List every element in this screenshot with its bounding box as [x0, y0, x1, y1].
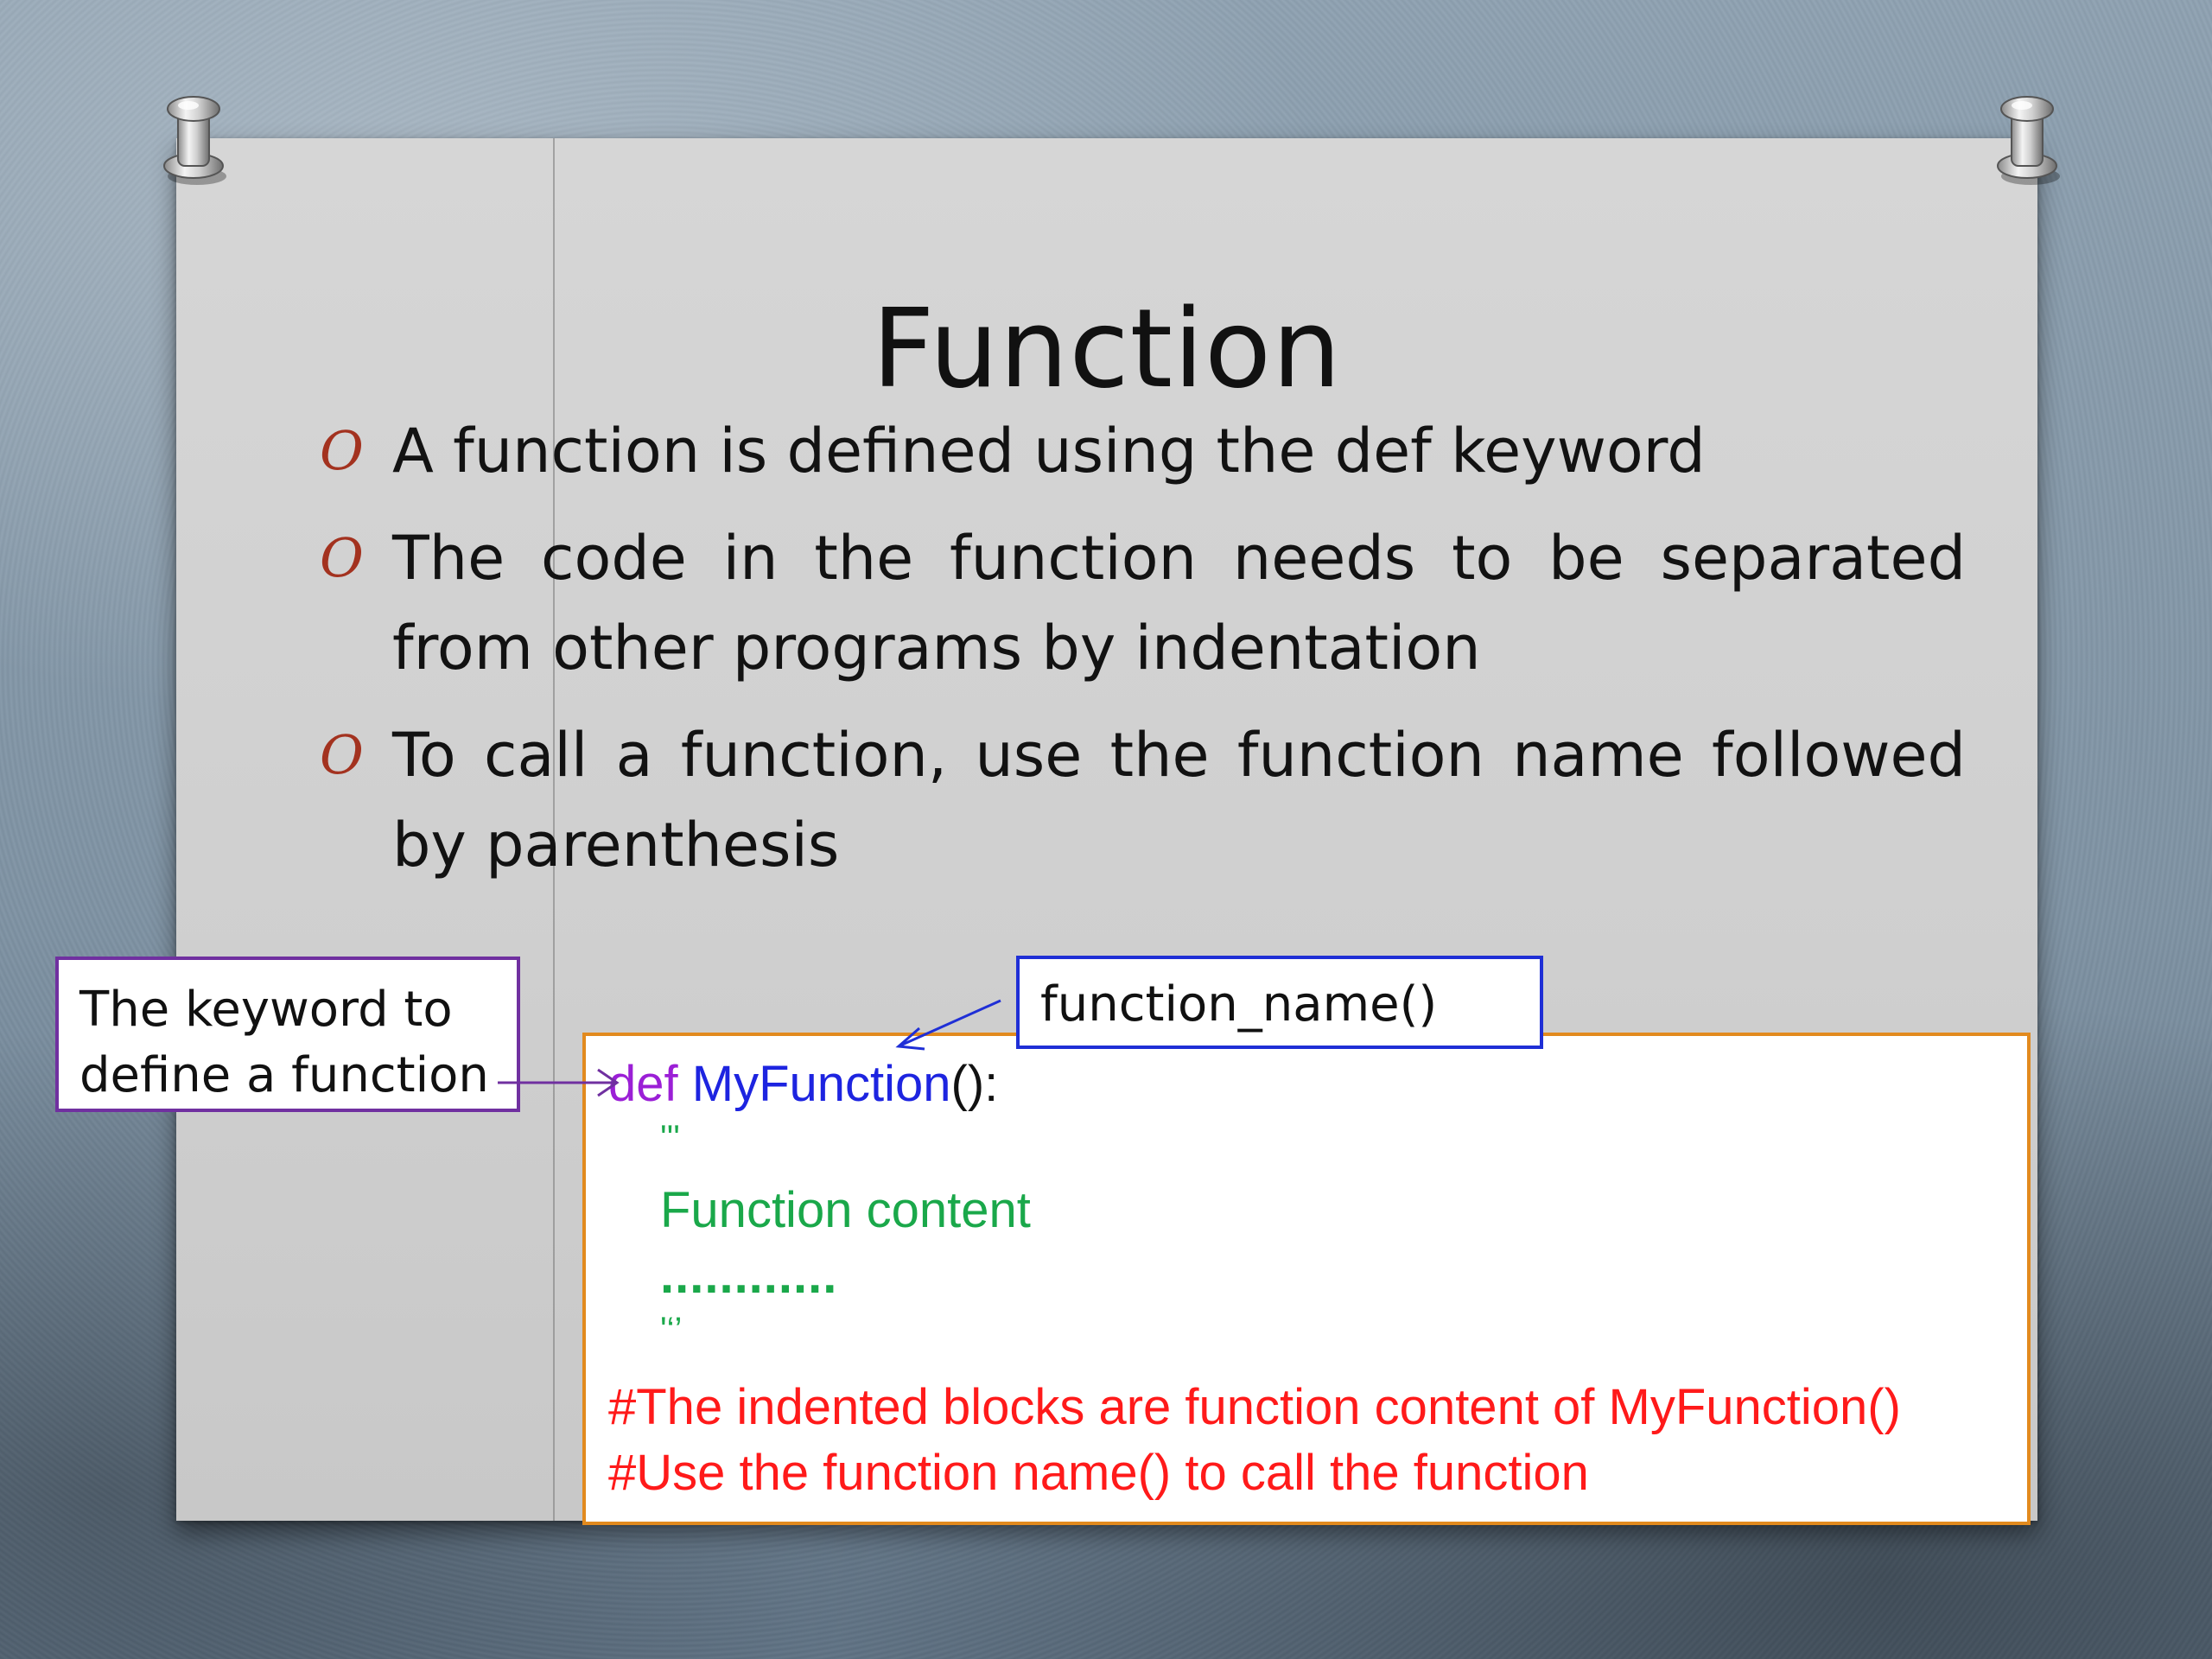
pushpin-icon	[1997, 96, 2060, 185]
bullet-list: O A function is defined using the def ke…	[320, 406, 1966, 907]
pushpin-icon	[163, 96, 226, 185]
bullet-item: O The code in the function needs to be s…	[320, 513, 1966, 693]
bullet-marker-icon: O	[320, 419, 364, 482]
function-name-callout-box: function_name()	[1016, 956, 1543, 1049]
bullet-text: The code in the function needs to be sep…	[392, 523, 1966, 683]
docstring-open: '''	[660, 1119, 680, 1157]
def-keyword: def	[608, 1056, 678, 1112]
keyword-callout-line-1: The keyword to	[79, 982, 453, 1038]
bullet-item: O A function is defined using the def ke…	[320, 406, 1966, 496]
docstring-close: '‘’	[660, 1311, 683, 1349]
bullet-text: To call a function, use the function nam…	[392, 720, 1966, 880]
bullet-text: A function is defined using the def keyw…	[392, 416, 1706, 486]
slide-title: Function	[872, 285, 1342, 412]
function-name-callout-text: function_name()	[1040, 976, 1438, 1033]
code-example-box: def MyFunction(): ''' Function content .…	[582, 1033, 2031, 1525]
ellipsis-line: ............	[660, 1248, 838, 1304]
comment-line-1: #The indented blocks are function conten…	[608, 1379, 1901, 1435]
bullet-marker-icon: O	[320, 723, 364, 786]
keyword-callout-box: The keyword to define a function	[55, 957, 520, 1112]
comment-line-2: #Use the function name() to call the fun…	[608, 1445, 1589, 1501]
code-def-suffix: ():	[950, 1056, 999, 1112]
code-def-line: def MyFunction():	[608, 1055, 998, 1113]
function-content-line: Function content	[660, 1182, 1031, 1238]
keyword-callout-line-2: define a function	[79, 1047, 489, 1103]
bullet-marker-icon: O	[320, 526, 364, 589]
bullet-item: O To call a function, use the function n…	[320, 710, 1966, 890]
code-function-name: MyFunction	[691, 1056, 951, 1112]
